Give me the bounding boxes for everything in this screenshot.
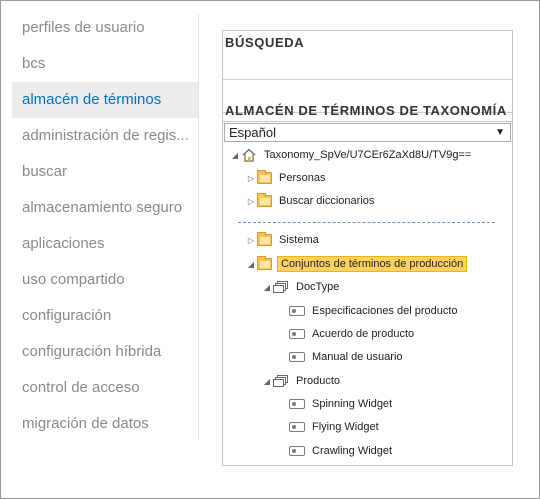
collapse-icon[interactable]: ◢ (261, 283, 273, 292)
tree-node-termset[interactable]: ◢ Producto (261, 371, 342, 391)
expand-icon[interactable]: ▷ (245, 174, 257, 183)
nav-item-hybrid-settings[interactable]: configuración híbrida (12, 334, 198, 370)
tree-node-term[interactable]: Manual de usuario (289, 347, 405, 367)
collapse-icon[interactable]: ◢ (229, 151, 241, 160)
folder-icon (257, 232, 272, 246)
termset-icon (273, 280, 289, 294)
tree-node-term[interactable]: Acuerdo de producto (289, 324, 416, 344)
term-icon (289, 399, 305, 409)
tree-node-term[interactable]: Especificaciones del producto (289, 301, 460, 321)
nav-item-access-control[interactable]: control de acceso (12, 370, 198, 406)
system-group-separator (238, 222, 495, 223)
nav-item-data-migration[interactable]: migración de datos (12, 406, 198, 442)
tree-node-label[interactable]: Personas (277, 171, 327, 185)
nav-item-apps[interactable]: aplicaciones (12, 226, 198, 262)
left-navigation: perfiles de usuario bcs almacén de térmi… (12, 10, 198, 442)
nav-item-search[interactable]: buscar (12, 154, 198, 190)
nav-item-secure-store[interactable]: almacenamiento seguro (12, 190, 198, 226)
tree-node-group[interactable]: ▷ Personas (245, 168, 327, 188)
tree-node-label[interactable]: Spinning Widget (310, 397, 394, 411)
tree-node-term[interactable]: Crawling Widget (289, 441, 394, 461)
nav-item-term-store[interactable]: almacén de términos (12, 82, 198, 118)
expand-icon[interactable]: ▷ (245, 197, 257, 206)
term-icon (289, 352, 305, 362)
expand-icon[interactable]: ▷ (245, 236, 257, 245)
term-icon (289, 306, 305, 316)
collapse-icon[interactable]: ◢ (261, 377, 273, 386)
tree-node-root[interactable]: ◢ Taxonomy_SpVe/U7CEr6ZaXd8U/TV9g== (229, 145, 473, 165)
tree-node-group[interactable]: ▷ Sistema (245, 230, 321, 250)
tree-node-label[interactable]: Acuerdo de producto (310, 327, 416, 341)
tree-node-term[interactable]: Spinning Widget (289, 394, 394, 414)
nav-item-user-profiles[interactable]: perfiles de usuario (12, 10, 198, 46)
collapse-icon[interactable]: ◢ (245, 260, 257, 269)
nav-item-sharing[interactable]: uso compartido (12, 262, 198, 298)
nav-item-settings[interactable]: configuración (12, 298, 198, 334)
tree-node-label[interactable]: DocType (294, 280, 341, 294)
tree-node-label[interactable]: Especificaciones del producto (310, 304, 460, 318)
tree-node-label[interactable]: Conjuntos de términos de producción (277, 256, 468, 272)
termset-icon (273, 374, 289, 388)
folder-icon (257, 256, 272, 270)
term-icon (289, 329, 305, 339)
home-icon (241, 148, 257, 162)
tree-node-label[interactable]: Buscar diccionarios (277, 194, 376, 208)
term-store-panel: BÚSQUEDA ALMACÉN DE TÉRMINOS DE TAXONOMÍ… (222, 30, 513, 466)
taxonomy-tree: ◢ Taxonomy_SpVe/U7CEr6ZaXd8U/TV9g== ▷ Pe… (223, 31, 512, 465)
folder-icon (257, 193, 272, 207)
tree-node-group-selected[interactable]: ◢ Conjuntos de términos de producción (245, 254, 468, 274)
nav-divider (198, 14, 199, 440)
tree-node-label[interactable]: Taxonomy_SpVe/U7CEr6ZaXd8U/TV9g== (262, 148, 473, 162)
tree-node-term[interactable]: Flying Widget (289, 417, 381, 437)
term-icon (289, 446, 305, 456)
tree-node-label[interactable]: Crawling Widget (310, 444, 394, 458)
nav-item-bcs[interactable]: bcs (12, 46, 198, 82)
tree-node-group[interactable]: ▷ Buscar diccionarios (245, 191, 376, 211)
tree-node-label[interactable]: Sistema (277, 233, 321, 247)
tree-node-termset[interactable]: ◢ DocType (261, 277, 341, 297)
tree-node-label[interactable]: Producto (294, 374, 342, 388)
term-icon (289, 422, 305, 432)
tree-node-label[interactable]: Flying Widget (310, 420, 381, 434)
folder-icon (257, 170, 272, 184)
nav-item-records-management[interactable]: administración de regis... (12, 118, 198, 154)
tree-node-label[interactable]: Manual de usuario (310, 350, 405, 364)
